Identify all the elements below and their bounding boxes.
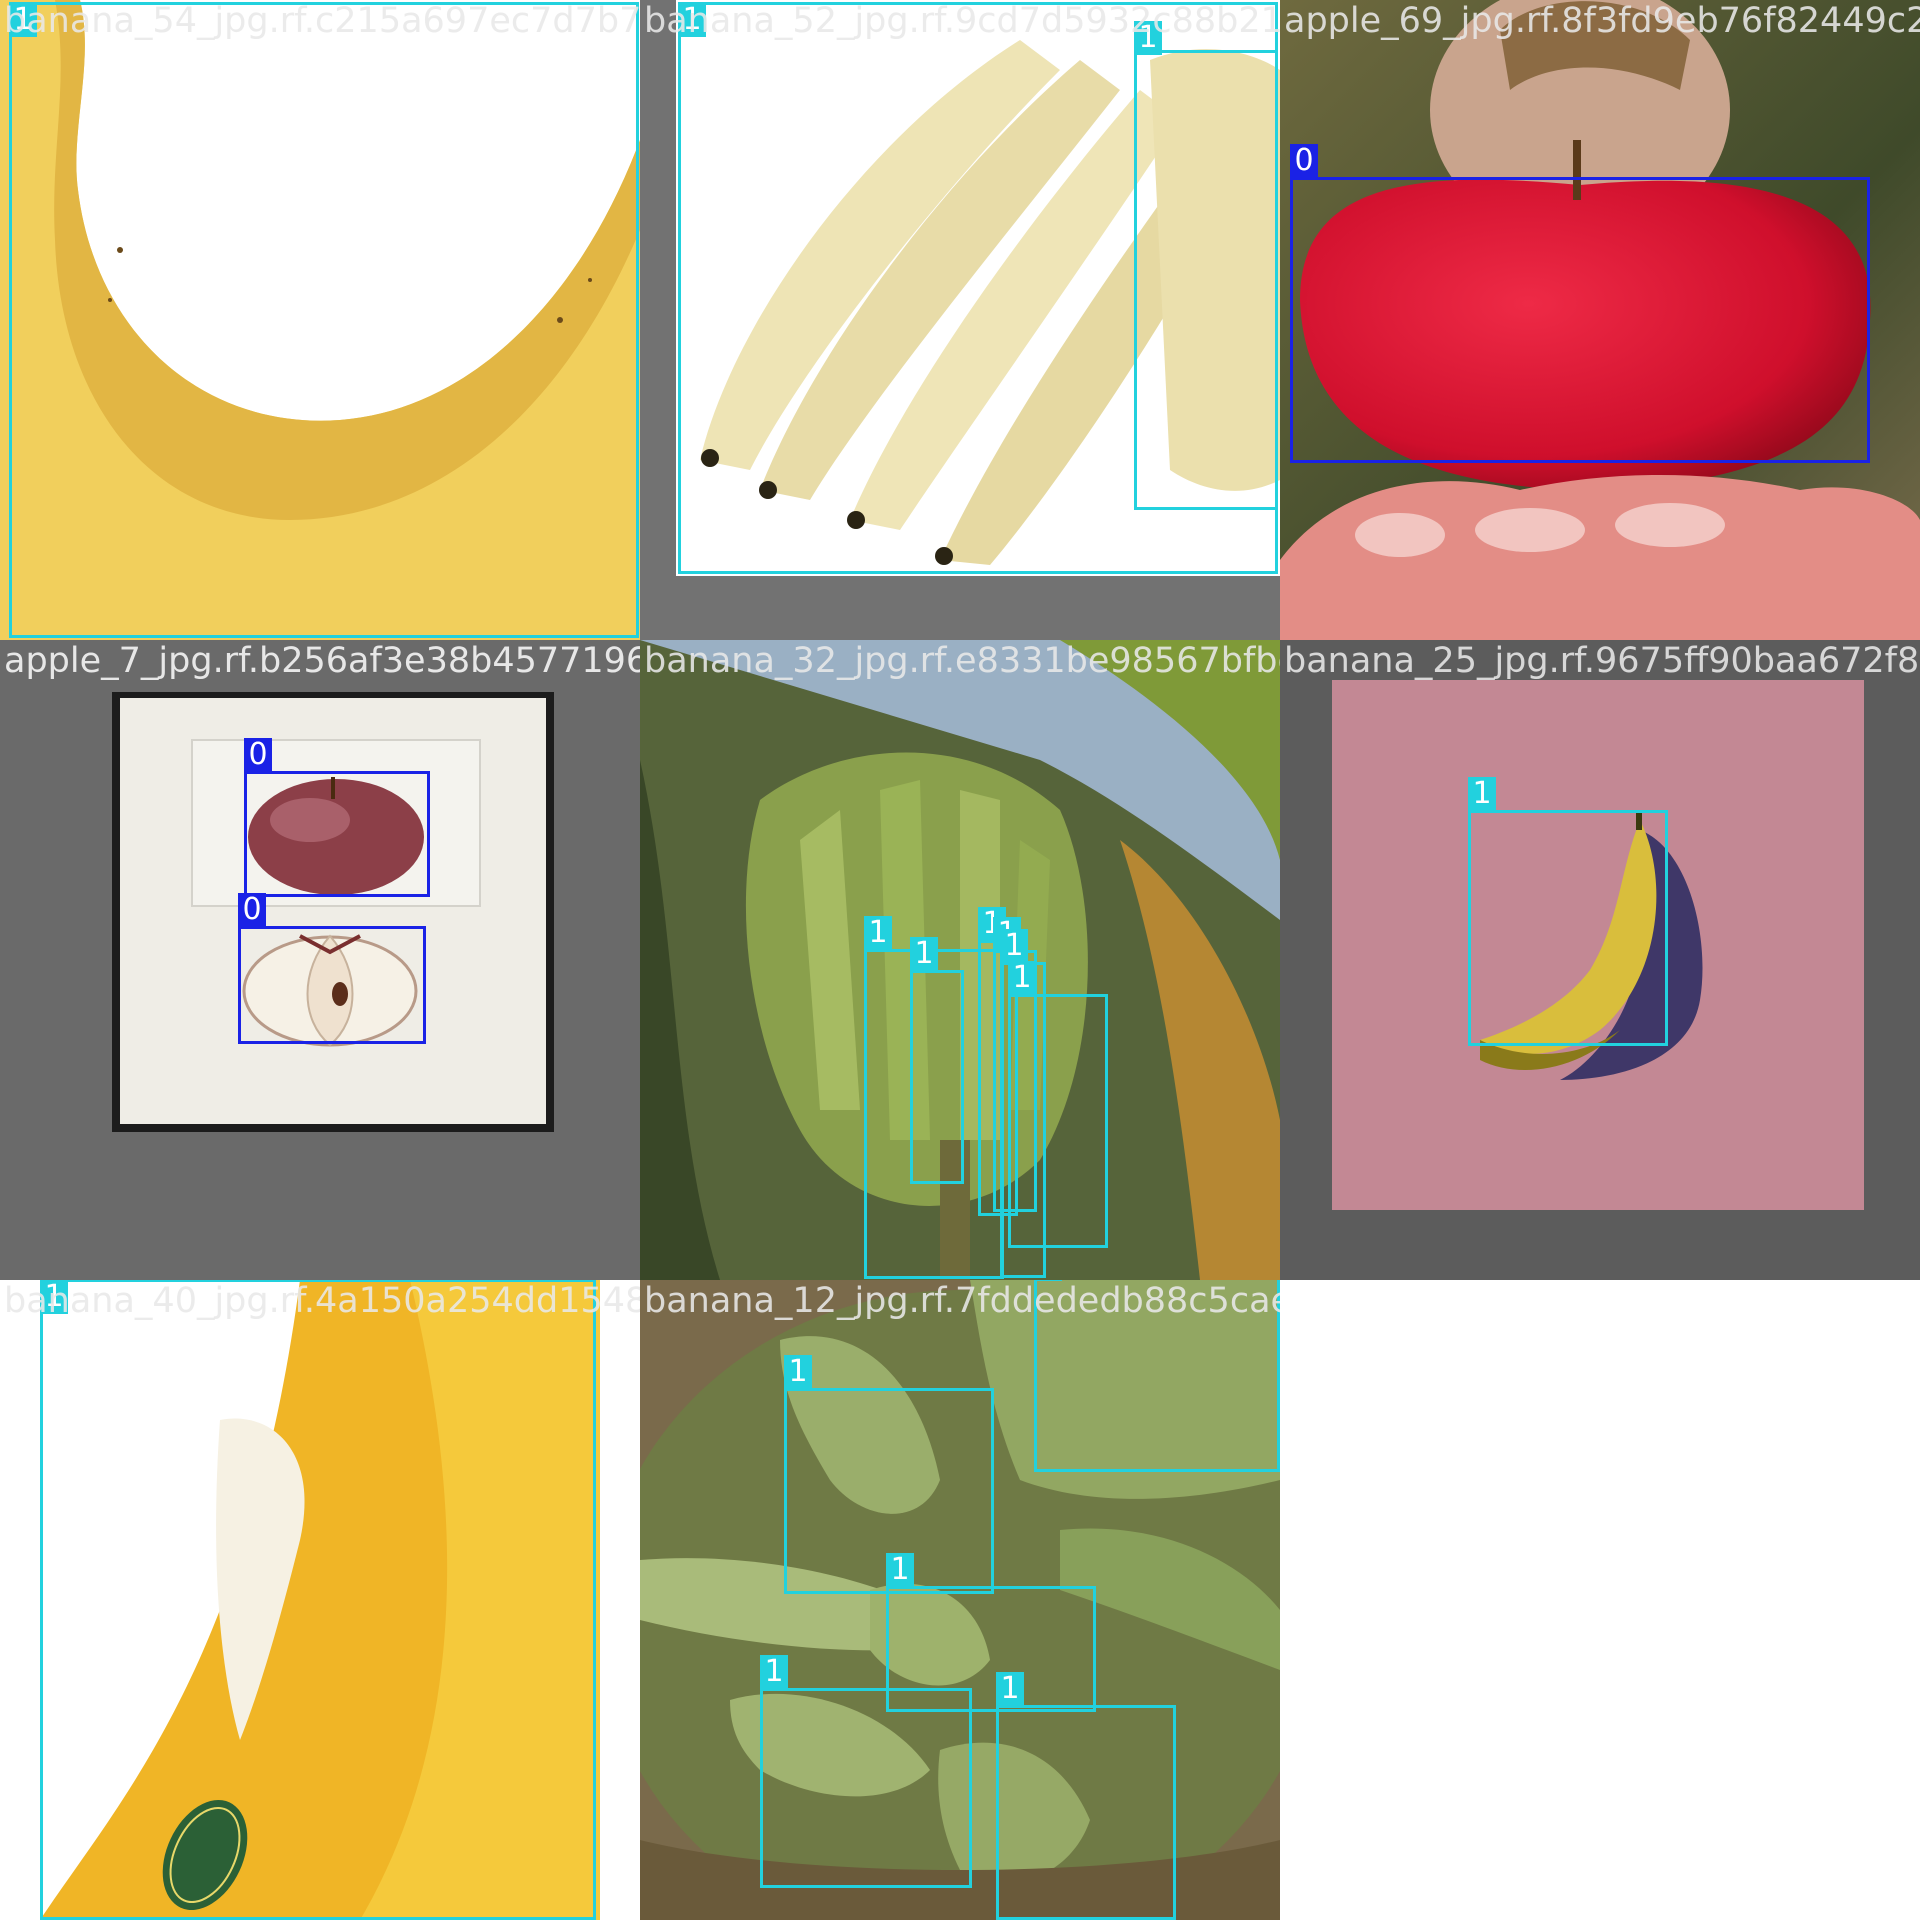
class-label: 1 xyxy=(1000,929,1028,963)
bbox-banana: 1 xyxy=(9,2,639,638)
filename-label: apple_7_jpg.rf.b256af3e38b45771967a4d xyxy=(4,641,640,681)
bbox-banana: 1 xyxy=(40,1280,596,1920)
tile-apple-7: 0 0 apple_7_jpg.rf.b256af3e38b45771967a4… xyxy=(0,640,640,1280)
bbox-apple: 0 xyxy=(244,738,430,897)
bbox-apple: 0 xyxy=(238,893,426,1044)
class-label: 1 xyxy=(996,1672,1024,1706)
tile-banana-25: 1 banana_25_jpg.rf.9675ff90baa672f8e xyxy=(1280,640,1920,1280)
class-label: 0 xyxy=(1290,144,1318,178)
filename-label: banana_40_jpg.rf.4a150a254dd1548e0a7e58 xyxy=(4,1281,640,1321)
tile-banana-32: 1 1 1 1 1 1 banana_32_jpg.rf.e8331be9856… xyxy=(640,640,1280,1280)
bbox-banana: 1 xyxy=(1468,777,1668,1046)
bbox-banana: 1 xyxy=(996,1672,1176,1920)
filename-label: banana_54_jpg.rf.c215a697ec7d7b77ba xyxy=(4,1,640,41)
bbox-apple: 0 xyxy=(1290,144,1870,463)
bbox-banana: 1 xyxy=(910,937,964,1184)
empty-tile xyxy=(1280,1280,1920,1920)
class-label: 1 xyxy=(864,916,892,950)
tile-banana-12: 1 1 1 1 1 banana_12_jpg.rf.7fddededb88c5… xyxy=(640,1280,1280,1920)
bbox-banana: 1 xyxy=(1008,961,1108,1248)
class-label: 1 xyxy=(760,1655,788,1689)
filename-label: banana_52_jpg.rf.9cd7d5932c88b21a xyxy=(644,1,1280,41)
class-label: 0 xyxy=(244,738,272,772)
tile-apple-69: 0 apple_69_jpg.rf.8f3fd9eb76f82449c27 xyxy=(1280,0,1920,640)
filename-label: apple_69_jpg.rf.8f3fd9eb76f82449c27 xyxy=(1284,1,1920,41)
class-label: 1 xyxy=(784,1355,812,1389)
filename-label: banana_32_jpg.rf.e8331be98567bfbe4a xyxy=(644,641,1280,681)
tile-banana-52: 1 1 banana_52_jpg.rf.9cd7d5932c88b21a xyxy=(640,0,1280,640)
class-label: 0 xyxy=(238,893,266,927)
class-label: 1 xyxy=(886,1553,914,1587)
class-label: 1 xyxy=(1468,777,1496,811)
class-label: 1 xyxy=(1008,961,1036,995)
tile-banana-40: 1 banana_40_jpg.rf.4a150a254dd1548e0a7e5… xyxy=(0,1280,640,1920)
filename-label: banana_25_jpg.rf.9675ff90baa672f8e xyxy=(1284,641,1920,681)
filename-label: banana_12_jpg.rf.7fddededb88c5cae20e9232 xyxy=(644,1281,1280,1321)
detection-mosaic: 1 banana_54_jpg.rf.c215a697ec7d7b77ba 1 … xyxy=(0,0,1920,1920)
class-label: 1 xyxy=(910,937,938,971)
tile-banana-54: 1 banana_54_jpg.rf.c215a697ec7d7b77ba xyxy=(0,0,640,640)
bbox-banana: 1 xyxy=(760,1655,972,1888)
bbox-banana: 1 xyxy=(1134,21,1278,510)
